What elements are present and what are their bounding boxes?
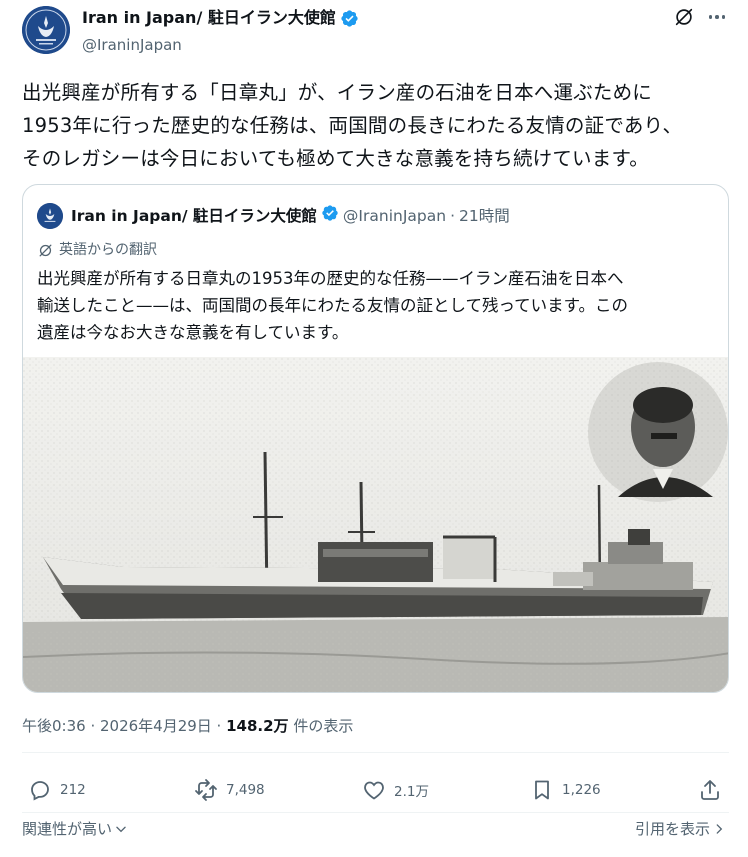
chevron-down-icon (116, 826, 126, 833)
divider (22, 812, 729, 813)
more-icon[interactable] (706, 6, 728, 28)
grok-icon[interactable] (673, 6, 695, 28)
post-text-line: そのレガシーは今日においても極めて大きな意義を持ち続けています。 (22, 147, 649, 170)
verified-icon[interactable] (340, 9, 359, 28)
post-meta: 午後0:36 · 2026年4月29日 · 148.2万 件の表示 (22, 715, 353, 737)
views-label: 件の表示 (288, 717, 354, 735)
views-count: 148.2万 (226, 717, 289, 735)
post-text: 出光興産が所有する「日章丸」が、イラン産の石油を日本へ運ぶために 1953年に行… (22, 76, 732, 175)
quoted-time: 21時間 (459, 207, 510, 225)
translation-label: 英語からの翻訳 (59, 242, 157, 258)
like-count: 2.1万 (394, 784, 429, 800)
share-icon (701, 780, 719, 800)
action-bar: 212 7,498 2.1万 1,226 (22, 770, 729, 810)
quoted-handle: @IraninJapan (342, 207, 447, 225)
translate-icon (39, 244, 52, 256)
reply-count: 212 (60, 782, 86, 798)
post-text-line: 出光興産が所有する「日章丸」が、イラン産の石油を日本へ運ぶために (22, 81, 653, 104)
verified-icon (321, 204, 339, 228)
author-avatar[interactable] (22, 6, 70, 54)
share-button[interactable] (698, 770, 722, 810)
quoted-image-ship-photo[interactable] (23, 357, 728, 692)
post-detail: Iran in Japan/ 駐日イラン大使館 @IraninJapan 出光興… (0, 0, 748, 857)
author-display-name[interactable]: Iran in Japan/ 駐日イラン大使館 (82, 8, 336, 28)
bookmark-icon (535, 780, 549, 800)
bookmark-count: 1,226 (562, 782, 601, 798)
quoted-author-avatar (37, 203, 63, 229)
quoted-post[interactable]: Iran in Japan/ 駐日イラン大使館 @IraninJapan · 2… (22, 184, 729, 693)
repost-count: 7,498 (226, 782, 265, 798)
repost-button[interactable]: 7,498 (194, 770, 265, 810)
quoted-text-line: 出光興産が所有する日章丸の1953年の歴史的な任務——イラン産石油を日本へ (37, 269, 624, 288)
author-name-row[interactable]: Iran in Japan/ 駐日イラン大使館 (82, 8, 359, 28)
quoted-text-line: 輸送したこと——は、両国間の長年にわたる友情の証として残っています。この (37, 296, 629, 315)
divider (22, 752, 729, 753)
reply-sort-label: 関連性が高い (22, 820, 113, 838)
quoted-text-line: 遺産は今なお大きな意義を有しています。 (37, 323, 349, 342)
quoted-text: 出光興産が所有する日章丸の1953年の歴史的な任務——イラン産石油を日本へ 輸送… (37, 265, 717, 346)
post-timestamp[interactable]: 午後0:36 · 2026年4月29日 · (22, 717, 226, 735)
reply-icon (31, 781, 49, 801)
post-text-line: 1953年に行った歴史的な任務は、両国間の長きにわたる友情の証であり、 (22, 114, 683, 137)
quoted-display-name: Iran in Japan/ 駐日イラン大使館 (71, 207, 317, 225)
translation-note: 英語からの翻訳 (37, 240, 157, 260)
bookmark-button[interactable]: 1,226 (530, 770, 601, 810)
like-button[interactable]: 2.1万 (362, 770, 429, 810)
author-handle[interactable]: @IraninJapan (82, 35, 182, 55)
view-quotes-link[interactable]: 引用を表示 (635, 818, 726, 840)
view-quotes-label: 引用を表示 (634, 820, 710, 838)
chevron-right-icon (716, 824, 723, 834)
reply-button[interactable]: 212 (28, 770, 86, 810)
reply-sort-dropdown[interactable]: 関連性が高い (22, 818, 128, 840)
quoted-header: Iran in Japan/ 駐日イラン大使館 @IraninJapan · 2… (71, 204, 510, 228)
repost-icon (195, 779, 217, 801)
like-icon (364, 781, 384, 800)
quoted-separator: · (450, 207, 455, 225)
